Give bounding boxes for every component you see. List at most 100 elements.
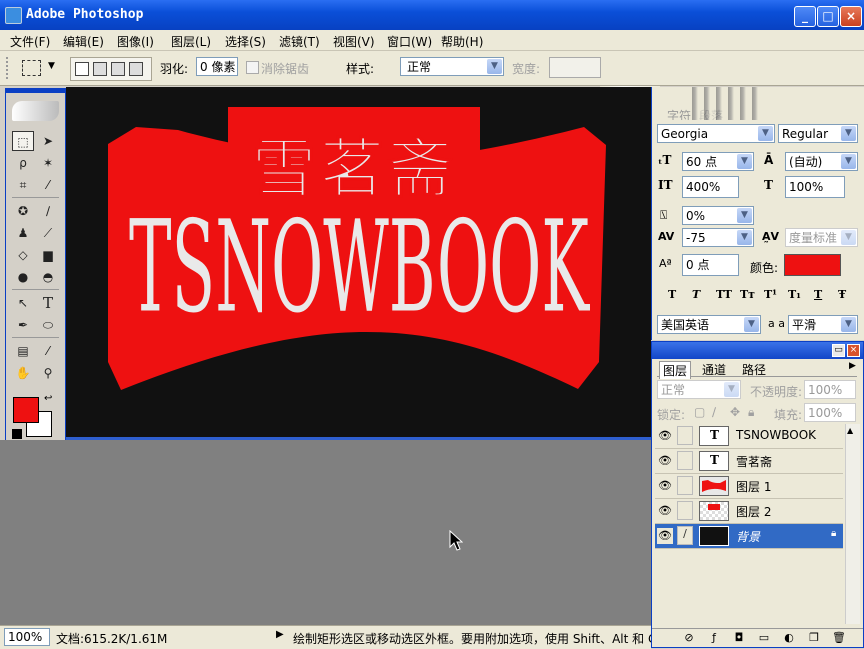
opacity-input[interactable]: 100% xyxy=(804,380,856,399)
style-select[interactable]: 正常 ▼ xyxy=(400,57,504,76)
dodge-tool-icon[interactable]: ◓ xyxy=(37,267,59,287)
kerning-select[interactable]: 度量标准 ▼ xyxy=(785,228,858,247)
panel-minimize-button[interactable]: ▭ xyxy=(832,344,845,357)
menu-select[interactable]: 选择(S) xyxy=(225,33,266,50)
tab-layers[interactable]: 图层 xyxy=(659,361,692,379)
pen-tool-icon[interactable]: ✒ xyxy=(12,315,34,335)
menu-view[interactable]: 视图(V) xyxy=(333,33,375,50)
blend-mode-select[interactable]: 正常 ▼ xyxy=(657,380,741,399)
document-canvas[interactable]: 雪茗斋 TSNOWBOOK xyxy=(66,87,651,440)
add-selection-icon[interactable] xyxy=(93,62,107,76)
panel-close-button[interactable]: × xyxy=(847,344,860,357)
ellipse-shape-tool-icon[interactable]: ⬭ xyxy=(37,315,59,335)
font-style-select[interactable]: Regular ▼ xyxy=(778,124,858,143)
menu-window[interactable]: 窗口(W) xyxy=(387,33,432,50)
foreground-color-swatch[interactable] xyxy=(13,397,39,423)
feather-input[interactable]: 0 像素 xyxy=(196,57,238,76)
menu-layer[interactable]: 图层(L) xyxy=(171,33,211,50)
menu-filter[interactable]: 滤镜(T) xyxy=(279,33,320,50)
healing-brush-tool-icon[interactable]: ✪ xyxy=(12,201,34,221)
menu-image[interactable]: 图像(I) xyxy=(117,33,154,50)
menu-file[interactable]: 文件(F) xyxy=(10,33,50,50)
horizontal-scale-input[interactable]: 100% xyxy=(785,176,845,198)
antialias-select[interactable]: 平滑 ▼ xyxy=(788,315,858,334)
eraser-tool-icon[interactable]: ◇ xyxy=(12,245,34,265)
path-selection-tool-icon[interactable]: ↖ xyxy=(12,293,34,313)
subtract-selection-icon[interactable] xyxy=(111,62,125,76)
layer-link-box[interactable] xyxy=(677,451,693,470)
fill-input[interactable]: 100% xyxy=(804,403,856,422)
intersect-selection-icon[interactable] xyxy=(129,62,143,76)
crop-tool-icon[interactable]: ⌗ xyxy=(12,175,34,195)
blur-tool-icon[interactable]: ● xyxy=(12,267,34,287)
layer-row-selected[interactable]: 👁︎ ∕ 背景 🔒︎ xyxy=(655,524,843,549)
vertical-scale-input[interactable]: 400% xyxy=(682,176,739,198)
layer-row[interactable]: 👁︎ 图层 1 xyxy=(655,474,843,499)
history-brush-tool-icon[interactable]: ⟋ xyxy=(37,223,59,243)
minimize-button[interactable]: _ xyxy=(794,6,816,27)
type-tool-icon[interactable]: T xyxy=(37,293,59,313)
lasso-tool-icon[interactable]: ρ xyxy=(12,153,34,173)
baseline-shift-input[interactable]: 0 点 xyxy=(682,254,739,276)
close-button[interactable]: × xyxy=(840,6,862,27)
eye-icon[interactable]: 👁︎ xyxy=(657,478,673,494)
lock-position-icon[interactable]: ✥ xyxy=(730,405,740,419)
layers-scrollbar[interactable]: ▲ xyxy=(845,424,860,624)
rect-marquee-preset-icon[interactable] xyxy=(22,60,41,76)
antialias-checkbox[interactable] xyxy=(246,61,259,74)
default-colors-icon[interactable] xyxy=(12,429,22,439)
underline-button[interactable]: T xyxy=(814,288,822,301)
layer-mask-icon[interactable]: ◘ xyxy=(732,631,746,645)
leading-select[interactable]: (自动) ▼ xyxy=(785,152,858,171)
new-selection-icon[interactable] xyxy=(75,62,89,76)
tab-paths[interactable]: 路径 xyxy=(739,361,769,378)
strikethrough-button[interactable]: Ŧ xyxy=(838,288,846,301)
hand-tool-icon[interactable]: ✋ xyxy=(12,363,34,383)
swap-colors-icon[interactable]: ↩ xyxy=(44,393,52,404)
clone-stamp-tool-icon[interactable]: ♟ xyxy=(12,223,34,243)
layer-style-icon[interactable]: ƒ xyxy=(707,631,721,645)
language-select[interactable]: 美国英语 ▼ xyxy=(657,315,761,334)
menu-help[interactable]: 帮助(H) xyxy=(441,33,483,50)
brush-active-icon[interactable]: ∕ xyxy=(677,526,693,545)
width-input[interactable] xyxy=(549,57,601,78)
lock-image-icon[interactable]: ∕ xyxy=(712,405,716,419)
panel-menu-arrow-icon[interactable]: ▶ xyxy=(849,361,856,371)
zoom-level-field[interactable]: 100% xyxy=(4,628,50,646)
layer-link-box[interactable] xyxy=(677,426,693,445)
layer-row[interactable]: 👁︎ T 雪茗斋 xyxy=(655,449,843,474)
subscript-button[interactable]: T₁ xyxy=(788,288,801,301)
text-color-swatch[interactable] xyxy=(784,254,841,276)
small-caps-button[interactable]: Tт xyxy=(740,288,755,301)
superscript-button[interactable]: T¹ xyxy=(764,288,777,301)
scale-ratio-select[interactable]: 0% ▼ xyxy=(682,206,754,225)
move-tool-icon[interactable]: ➤ xyxy=(37,131,59,151)
scroll-up-icon[interactable]: ▲ xyxy=(847,426,853,435)
notes-tool-icon[interactable]: ▤ xyxy=(12,341,34,361)
layer-row[interactable]: 👁︎ T TSNOWBOOK xyxy=(655,424,843,449)
maximize-button[interactable]: □ xyxy=(817,6,839,27)
eye-icon[interactable]: 👁︎ xyxy=(657,503,673,519)
rect-marquee-tool-icon[interactable]: ⬚ xyxy=(12,131,34,151)
faux-italic-button[interactable]: T xyxy=(692,288,700,301)
eye-icon[interactable]: 👁︎ xyxy=(657,428,673,444)
gradient-tool-icon[interactable]: ▆ xyxy=(37,245,59,265)
status-menu-arrow-icon[interactable]: ▶ xyxy=(276,629,284,640)
new-layer-icon[interactable]: ❐ xyxy=(807,631,821,645)
adjustment-layer-icon[interactable]: ◐ xyxy=(782,631,796,645)
font-size-select[interactable]: 60 点 ▼ xyxy=(682,152,754,171)
tab-channels[interactable]: 通道 xyxy=(699,361,729,378)
tracking-select[interactable]: -75 ▼ xyxy=(682,228,754,247)
zoom-tool-icon[interactable]: ⚲ xyxy=(37,363,59,383)
link-layers-icon[interactable]: ⊘ xyxy=(682,631,696,645)
preset-dropdown-arrow-icon[interactable]: ▼ xyxy=(48,61,55,71)
faux-bold-button[interactable]: T xyxy=(668,288,676,301)
feather-logo-icon[interactable] xyxy=(12,101,59,121)
layer-link-box[interactable] xyxy=(677,476,693,495)
menu-edit[interactable]: 编辑(E) xyxy=(63,33,104,50)
delete-layer-icon[interactable]: 🗑︎ xyxy=(832,631,846,645)
brush-tool-icon[interactable]: ∕ xyxy=(37,201,59,221)
slice-tool-icon[interactable]: ⁄ xyxy=(37,175,59,195)
eyedropper-tool-icon[interactable]: ⁄ xyxy=(37,341,59,361)
new-group-icon[interactable]: ▭ xyxy=(757,631,771,645)
